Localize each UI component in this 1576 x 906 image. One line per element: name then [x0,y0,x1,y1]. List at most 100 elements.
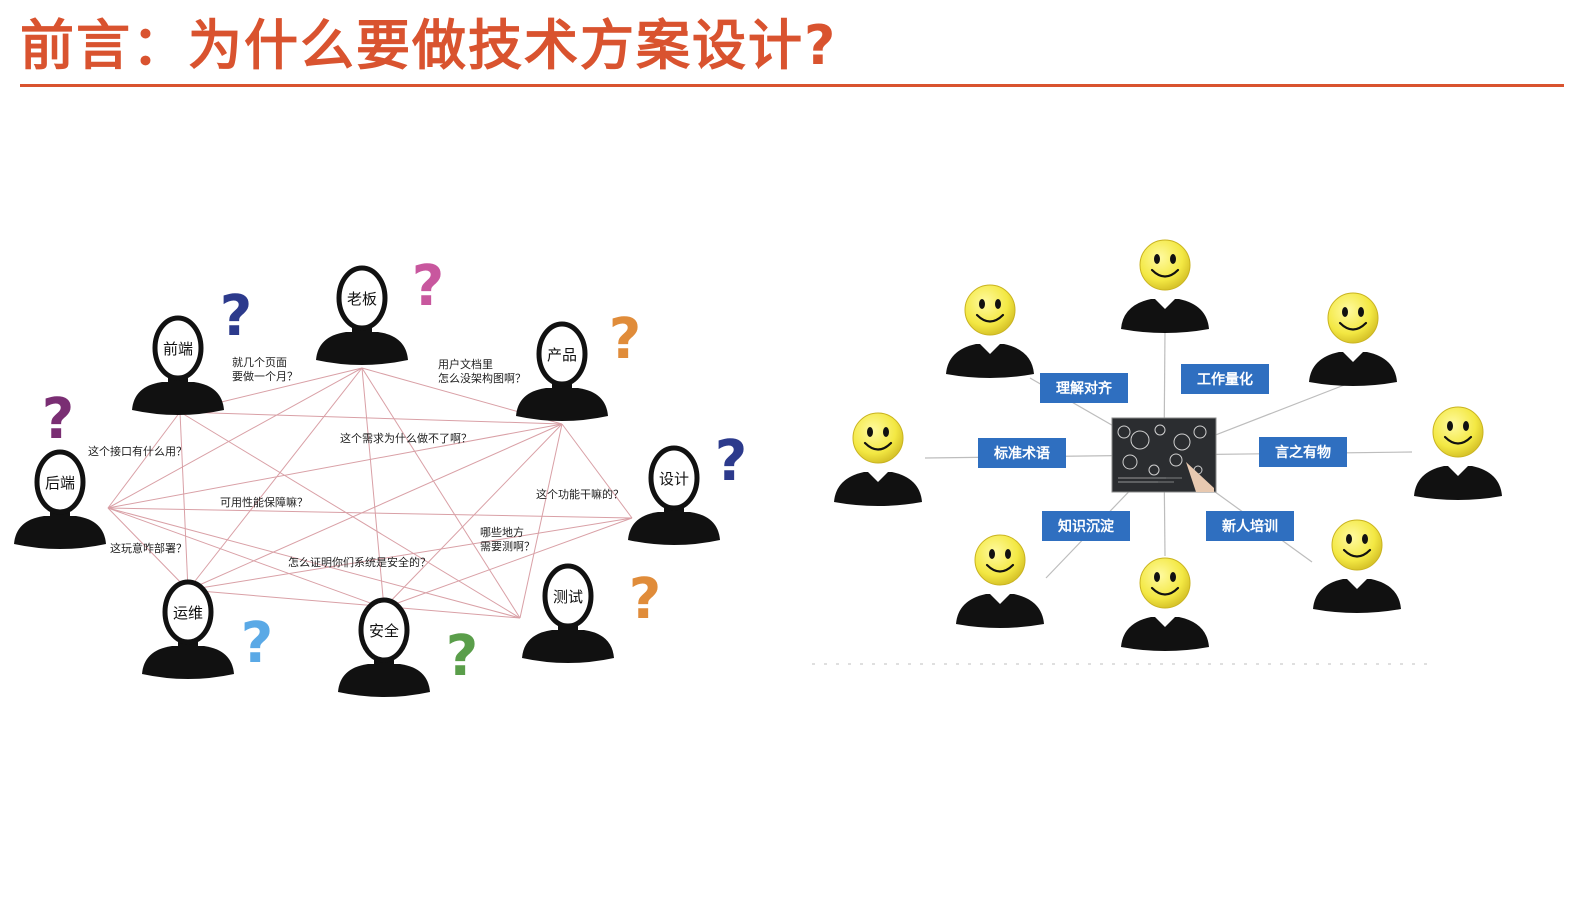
smiley-person-upper-right [1309,292,1397,386]
person-boss-shoulders [316,332,408,365]
blackboard-image [1111,417,1217,493]
concept-tag: 新人培训 [1206,511,1294,541]
smiley-eye [1463,421,1469,431]
question-text: 这玩意咋部署？ [110,541,187,555]
question-text-line: 怎么没架构图啊？ [438,371,526,385]
person-ops [142,579,234,679]
person-qa [522,563,614,663]
question-text: 可用性能保障嘛？ [220,495,308,509]
smiley-eye [1154,572,1160,582]
smiley-eye [1154,254,1160,264]
person-product [516,321,608,421]
question-text-line: 怎么证明你们系统是安全的？ [288,555,431,569]
question-text: 用户文档里怎么没架构图啊？ [438,357,526,385]
smiley-eye [1447,421,1453,431]
smiley-face-icon [1432,406,1484,458]
question-text: 就几个页面要做一个月？ [232,355,298,383]
question-text-line: 可用性能保障嘛？ [220,495,308,509]
role-label-qa: 测试 [553,588,583,606]
smiley-eye [995,299,1001,309]
question-text-line: 哪些地方 [480,525,524,539]
question-mark-icon: ? [412,254,444,319]
smiley-person-right [1414,406,1502,500]
question-text: 这个接口有什么用？ [88,444,187,458]
connection-line [179,411,189,591]
smiley-eye [1005,549,1011,559]
smiley-eye [1170,572,1176,582]
smiley-face-icon [1139,239,1191,291]
smiley-face-icon [852,412,904,464]
person-product-shoulders [516,388,608,421]
smiley-person-lower-left [956,534,1044,628]
smiley-person-left [834,412,922,506]
smiley-face-icon [974,534,1026,586]
person-security [338,597,430,697]
diagram-canvas: 老板 ? 前端 ? 产品 ? 后端? 设计 ? 运维? 安全 ? 测试 ? 就几个页面要做一个月？ 用户文档里… [14,239,1502,697]
smiley-face-icon [1327,292,1379,344]
role-label-ops: 运维 [173,604,203,622]
smiley-person-bottom [1121,557,1209,651]
question-text: 怎么证明你们系统是安全的？ [288,555,431,569]
smiley-face-icon [1139,557,1191,609]
question-mark-icon: ? [241,611,273,676]
smiley-eye [883,427,889,437]
question-mark-icon: ? [609,307,641,372]
question-mark-icon: ? [715,429,747,494]
smiley-eye [1346,534,1352,544]
smiley-eye [989,549,995,559]
question-text: 哪些地方需要测啊？ [480,525,535,553]
question-text-line: 这个功能干嘛的？ [536,487,624,501]
question-mark-icon: ? [42,387,74,452]
question-text-line: 这玩意咋部署？ [110,541,187,555]
role-label-boss: 老板 [347,290,377,308]
smiley-person-upper-left [946,284,1034,378]
smiley-eye [979,299,985,309]
role-label-frontend: 前端 [163,340,193,358]
smiley-eye [1358,307,1364,317]
person-boss [316,265,408,365]
connection-line [187,589,521,619]
role-label-backend: 后端 [45,474,75,492]
smiley-eye [1170,254,1176,264]
connection-line [361,367,385,609]
question-text: 这个功能干嘛的？ [536,487,624,501]
concept-tag: 标准术语 [978,438,1066,468]
concept-tag: 知识沉淀 [1042,511,1130,541]
concept-tag-label: 新人培训 [1222,518,1278,535]
person-frontend-shoulders [132,382,224,415]
question-text: 这个需求为什么做不了啊？ [340,431,472,445]
smiley-eye [1362,534,1368,544]
question-mark-icon: ? [220,284,252,349]
concept-tag-label: 工作量化 [1197,371,1253,388]
concept-tag-label: 言之有物 [1275,444,1331,461]
question-mark-icon: ? [446,624,478,689]
concept-tag-label: 标准术语 [993,445,1050,462]
role-label-security: 安全 [369,622,399,640]
connection-line [561,423,633,519]
role-label-design: 设计 [659,470,689,488]
left-diagram: 老板 ? 前端 ? 产品 ? 后端? 设计 ? 运维? 安全 ? 测试 ? 就几个页面要做一个月？ 用户文档里… [14,253,748,697]
smiley-eye [867,427,873,437]
smiley-person-top [1121,239,1209,333]
person-qa-shoulders [522,630,614,663]
person-security-shoulders [338,664,430,697]
role-label-product: 产品 [547,346,577,364]
person-backend-shoulders [14,516,106,549]
concept-tag: 工作量化 [1181,364,1269,394]
question-text-line: 用户文档里 [438,357,493,371]
person-backend [14,449,106,549]
person-ops-shoulders [142,646,234,679]
question-text-line: 要做一个月？ [232,369,298,383]
connection-line [107,411,181,509]
concept-tag: 理解对齐 [1040,373,1128,403]
question-mark-icon: ? [629,567,661,632]
question-text-line: 就几个页面 [232,355,287,369]
concept-tag: 言之有物 [1259,437,1347,467]
concept-tag-label: 理解对齐 [1056,380,1113,397]
smiley-person-lower-right [1313,519,1401,613]
person-frontend [132,315,224,415]
smiley-eye [1342,307,1348,317]
smiley-face-icon [964,284,1016,336]
connection-line [107,423,563,509]
person-design [628,445,720,545]
